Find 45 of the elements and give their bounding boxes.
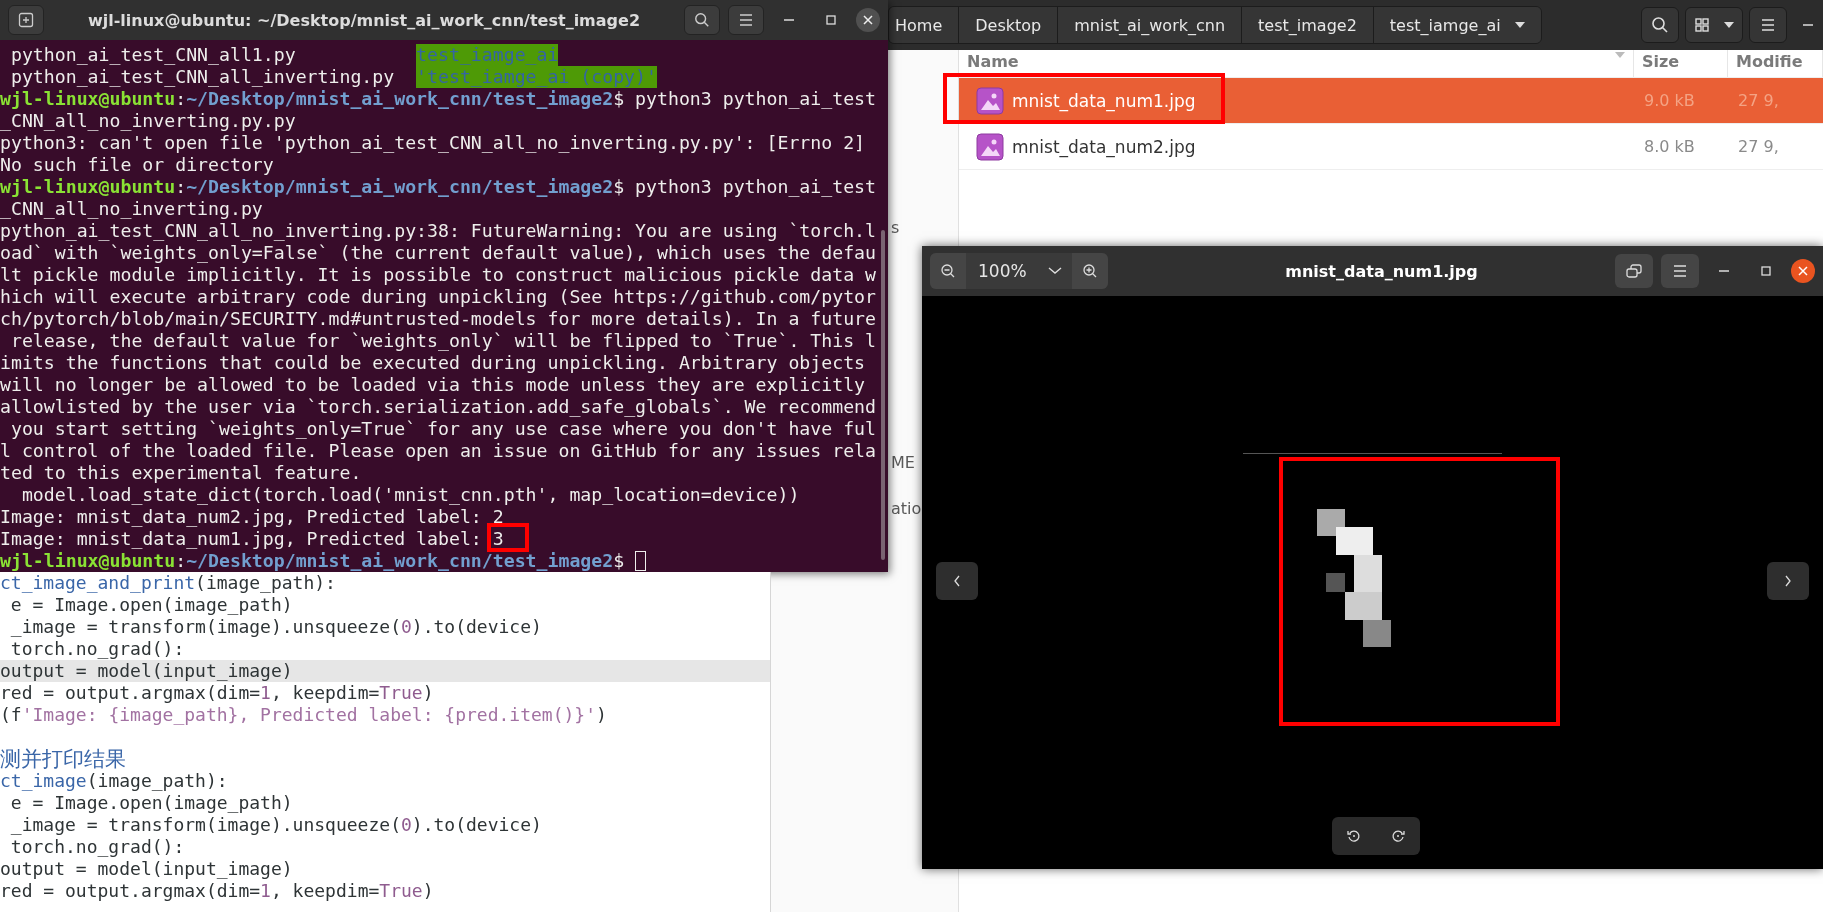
column-label[interactable]: Modifie <box>1736 52 1803 71</box>
output-line: hich will execute arbitrary code during unpickling (See https://github.com/pytor <box>0 286 876 308</box>
sidebar-item[interactable]: atio <box>891 488 922 528</box>
file-size: 8.0 kB <box>1643 137 1696 156</box>
file-name: mnist_data_num1.jpg <box>1012 90 1196 111</box>
output-line: python_ai_test_CNN_all_no_inverting.py:38: FutureWarning: You are using `torch.l <box>0 220 876 242</box>
path-button[interactable]: Desktop <box>959 7 1059 43</box>
output-line: oad` with `weights_only=False` (the current default value), which uses the defau <box>0 242 876 264</box>
output-line: ted to this experimental feature. <box>0 462 362 484</box>
output-line: ch/pytorch/blob/main/SECURITY.md#untrusted-models for more details). In a future <box>0 308 876 330</box>
path-button[interactable]: test_iamge_ai <box>1373 7 1541 43</box>
output-line: _CNN_all_no_inverting.py <box>0 198 263 220</box>
window-title: wjl-linux@ubuntu: ~/Desktop/mnist_ai_work_cnn/test_image2 <box>86 10 642 30</box>
column-label[interactable]: Name <box>967 52 1019 71</box>
prompt-line: wjl-linux@ubuntu:~/Desktop/mnist_ai_work_cnn/test_image2$ python3 python_ai_test <box>0 176 876 198</box>
sidebar-item[interactable]: s <box>891 207 900 247</box>
output-line: No such file or directory <box>0 154 274 176</box>
file-name: python_ai_test_CNN_all_inverting.py <box>9 66 396 88</box>
path-button[interactable]: test_image2 <box>1242 7 1374 43</box>
file-size: 9.0 kB <box>1643 91 1696 110</box>
output-line: lt pickle module implicitly. It is possible to construct malicious pickle data w <box>0 264 876 286</box>
file-name: mnist_data_num2.jpg <box>1012 136 1196 157</box>
file-date: 27 9, <box>1737 137 1780 156</box>
path-button[interactable]: Home <box>889 7 960 43</box>
output-line: imits the functions that could be executed during unpickling. Arbitrary objects <box>0 352 866 374</box>
output-line: _CNN_all_no_inverting.py.py <box>0 110 296 132</box>
output-line: Image: mnist_data_num1.jpg, Predicted label: 3 <box>0 528 504 550</box>
output-line: model.load_state_dict(torch.load('mnist_cnn.pth', map_location=device)) <box>20 484 800 506</box>
output-line: l control of the loaded file. Please open an issue on GitHub for any issues rela <box>0 440 876 462</box>
prompt-line: wjl-linux@ubuntu:~/Desktop/mnist_ai_work_cnn/test_image2$ <box>0 550 626 572</box>
output-line: you start setting `weights_only=True` for any use case where you don't have ful <box>9 418 876 440</box>
column-label[interactable]: Size <box>1642 52 1680 71</box>
directory-name: 'test_iamge_ai (copy)' <box>416 66 657 88</box>
sidebar-item[interactable]: ME <box>891 442 915 482</box>
file-date: 27 9, <box>1737 91 1780 110</box>
output-line: release, the default value for `weights_only` will be flipped to `True`. This l <box>9 330 876 352</box>
output-line: will no longer be allowed to be loaded via this mode unless they are explicitly <box>0 374 866 396</box>
directory-name: test_iamge_ai <box>416 44 559 66</box>
output-line: Image: mnist_data_num2.jpg, Predicted label: 2 <box>0 506 504 528</box>
output-line: allowlisted by the user via `torch.serialization.add_safe_globals`. We recommend <box>0 396 876 418</box>
prompt-line: wjl-linux@ubuntu:~/Desktop/mnist_ai_work_cnn/test_image2$ python3 python_ai_test <box>0 88 876 110</box>
file-name: python_ai_test_CNN_all1.py <box>9 44 297 66</box>
window-title: mnist_data_num1.jpg <box>1284 261 1479 281</box>
output-line: python3: can't open file 'python_ai_test_CNN_all_no_inverting.py.py': [Errno 2] <box>0 132 866 154</box>
path-button[interactable]: mnist_ai_work_cnn <box>1058 7 1243 43</box>
